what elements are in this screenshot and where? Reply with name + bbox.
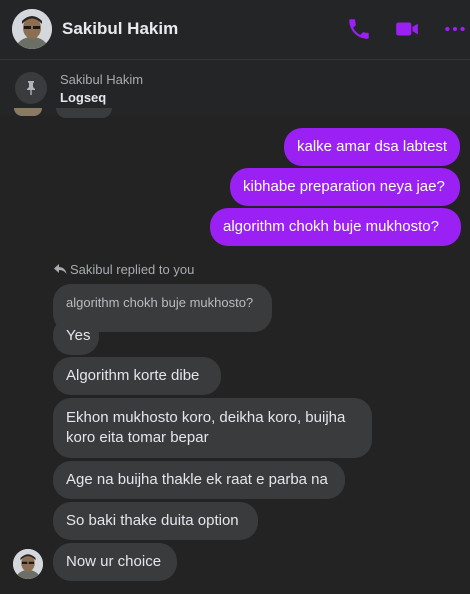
message-in[interactable]: Yes — [53, 317, 99, 355]
avatar — [14, 108, 42, 116]
message-out[interactable]: algorithm chokh buje mukhosto? — [210, 208, 461, 246]
phone-icon[interactable] — [346, 16, 372, 42]
message-in[interactable]: So baki thake duita option — [53, 502, 258, 540]
sender-avatar[interactable] — [13, 549, 43, 579]
reply-indicator: Sakibul replied to you — [54, 262, 194, 277]
message-in[interactable]: Now ur choice — [53, 543, 177, 581]
message-bubble-partial — [56, 108, 112, 118]
reply-label: Sakibul replied to you — [70, 262, 195, 277]
contact-name[interactable]: Sakibul Hakim — [62, 19, 178, 39]
contact-avatar[interactable] — [12, 9, 52, 49]
message-out[interactable]: kibhabe preparation neya jae? — [230, 168, 460, 206]
message-out[interactable]: kalke amar dsa labtest — [284, 128, 460, 166]
pinned-text: Logseq — [60, 90, 107, 105]
pinned-sender: Sakibul Hakim — [60, 72, 144, 87]
message-in[interactable]: Algorithm korte dibe — [53, 357, 221, 395]
reply-icon — [54, 264, 67, 274]
message-in[interactable]: Ekhon mukhosto koro, deikha koro, buijha… — [53, 398, 372, 458]
more-icon[interactable] — [442, 16, 468, 42]
chat-header: Sakibul Hakim — [0, 0, 470, 60]
pin-icon — [15, 72, 47, 104]
video-icon[interactable] — [394, 16, 420, 42]
message-in[interactable]: Age na buijha thakle ek raat e parba na — [53, 461, 345, 499]
